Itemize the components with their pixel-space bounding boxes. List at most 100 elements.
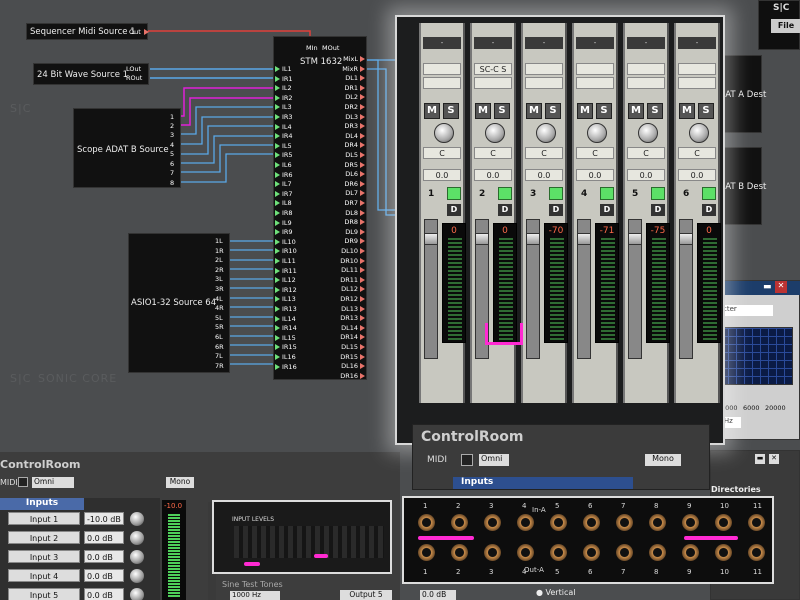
input-gain-field[interactable]: 0.0 dB — [84, 531, 124, 544]
stm-output-port[interactable]: DR3 — [344, 122, 365, 130]
stm-output-port[interactable]: DR9 — [344, 237, 365, 245]
gain-field[interactable]: 0.0 — [678, 169, 716, 181]
input-port-triangle[interactable] — [275, 315, 280, 322]
output-port-triangle[interactable] — [360, 161, 365, 168]
stm-output-port[interactable]: DL7 — [345, 189, 365, 197]
direct-button[interactable]: D — [498, 204, 512, 216]
output-port-triangle[interactable] — [360, 324, 365, 331]
output-port-triangle[interactable] — [360, 104, 365, 110]
gain-knob[interactable] — [130, 531, 144, 545]
output-port-triangle[interactable] — [360, 56, 365, 62]
direct-button[interactable]: D — [549, 204, 563, 216]
output-port-triangle[interactable] — [360, 248, 365, 254]
output-port-triangle[interactable] — [360, 200, 365, 206]
stm-output-port[interactable]: MixR — [342, 65, 365, 73]
input-port-triangle[interactable] — [275, 334, 280, 341]
output-port-triangle[interactable] — [360, 296, 365, 302]
input-port-triangle[interactable] — [275, 219, 280, 226]
gain-field[interactable]: 0.0 — [525, 169, 563, 181]
stm-output-port[interactable]: DL2 — [345, 93, 365, 101]
volume-fader-handle[interactable] — [679, 233, 693, 245]
input-gain-field[interactable]: 0.0 dB — [84, 550, 124, 563]
pan-knob[interactable] — [689, 123, 709, 143]
channel-active-led[interactable] — [549, 187, 563, 200]
input-port-triangle[interactable] — [275, 85, 280, 92]
stm-output-port[interactable]: DL3 — [345, 113, 365, 121]
solo-button[interactable]: S — [443, 103, 459, 119]
stm-output-port[interactable]: DR13 — [340, 314, 365, 322]
solo-button[interactable]: S — [698, 103, 714, 119]
input-port-triangle[interactable] — [275, 258, 280, 264]
output-port-triangle[interactable] — [360, 257, 365, 264]
output-port-triangle[interactable] — [360, 142, 365, 149]
gain-field[interactable]: 0.0 — [627, 169, 665, 181]
input-port-triangle[interactable] — [275, 277, 280, 284]
channel-top-field[interactable]: - — [576, 37, 614, 49]
input-port-triangle[interactable] — [275, 306, 280, 312]
channel-active-led[interactable] — [600, 187, 614, 200]
gain-field[interactable]: 0.0 — [576, 169, 614, 181]
input-port-triangle[interactable] — [275, 152, 280, 159]
direct-button[interactable]: D — [600, 204, 614, 216]
input-port-triangle[interactable] — [275, 354, 280, 360]
stm-input-port[interactable]: IR13 — [275, 305, 297, 313]
stm-output-port[interactable]: DL4 — [345, 132, 365, 140]
input-gain-field[interactable]: 0.0 dB — [84, 569, 124, 582]
output-port-triangle[interactable] — [360, 65, 365, 72]
output-value[interactable]: 0.0 dB — [420, 590, 456, 600]
channel-active-led[interactable] — [498, 187, 512, 200]
channel-active-led[interactable] — [447, 187, 461, 200]
stm-output-port[interactable]: DL1 — [345, 74, 365, 82]
module-scope-adat-b-source[interactable]: Scope ADAT B Source 1 2 3 4 5 6 7 8 — [73, 108, 181, 188]
pan-field[interactable]: C — [525, 147, 563, 159]
volume-fader-handle[interactable] — [526, 233, 540, 245]
output-port-triangle[interactable] — [360, 123, 365, 130]
stm-input-port[interactable]: IR4 — [275, 132, 293, 140]
direct-button[interactable]: D — [447, 204, 461, 216]
stm-input-port[interactable]: IL1 — [275, 65, 292, 73]
stm-output-port[interactable]: DR6 — [344, 180, 365, 188]
stm-output-port[interactable]: DR7 — [344, 199, 365, 207]
channel-top-field[interactable]: - — [474, 37, 512, 49]
output-port-triangle[interactable] — [360, 372, 365, 379]
minimize-icon[interactable]: ▬ — [755, 454, 765, 464]
output-port-triangle[interactable] — [360, 286, 365, 293]
stm-output-port[interactable]: DR2 — [344, 103, 365, 111]
stm-input-port[interactable]: IL6 — [275, 161, 292, 169]
module-asio-source[interactable]: ASIO1-32 Source 64 1L 1R 2L 2R 3L 3R 4L 4R 5L 5R 6… — [128, 233, 230, 373]
stm-input-port[interactable]: IR15 — [275, 343, 297, 351]
stm-input-port[interactable]: IR9 — [275, 228, 293, 236]
stm-output-port[interactable]: DR10 — [340, 257, 365, 265]
input-port-triangle[interactable] — [275, 171, 280, 178]
stm-output-port[interactable]: DL11 — [341, 266, 365, 274]
stm-output-port[interactable]: DL9 — [345, 228, 365, 236]
stm-input-port[interactable]: IR12 — [275, 286, 297, 294]
channel-top-field[interactable]: - — [423, 37, 461, 49]
input-port-triangle[interactable] — [275, 344, 280, 351]
stm-output-port[interactable]: DR14 — [340, 333, 365, 341]
channel-top-field[interactable]: - — [678, 37, 716, 49]
channel-name-field[interactable] — [678, 63, 716, 75]
mono-button[interactable]: Mono — [645, 454, 681, 466]
stm-output-port[interactable]: DL5 — [345, 151, 365, 159]
stm-output-port[interactable]: DR12 — [340, 295, 365, 303]
stm-output-port[interactable]: DL10 — [341, 247, 365, 255]
direct-button[interactable]: D — [651, 204, 665, 216]
output-port-triangle[interactable] — [360, 171, 365, 178]
mono-button[interactable]: Mono — [166, 477, 194, 488]
solo-button[interactable]: S — [596, 103, 612, 119]
pan-field[interactable]: C — [576, 147, 614, 159]
input-port-triangle[interactable] — [275, 248, 280, 255]
channel-name-field[interactable] — [423, 63, 461, 75]
pan-knob[interactable] — [638, 123, 658, 143]
omni-checkbox[interactable] — [18, 477, 28, 487]
input-port-triangle[interactable] — [275, 286, 280, 293]
solo-button[interactable]: S — [494, 103, 510, 119]
stm-input-port[interactable]: IL14 — [275, 315, 296, 323]
stm-output-port[interactable]: DR16 — [340, 372, 365, 380]
stm-input-port[interactable]: IL13 — [275, 295, 296, 303]
output-port-triangle[interactable] — [360, 315, 365, 322]
volume-fader-handle[interactable] — [424, 233, 438, 245]
input-port-triangle[interactable] — [275, 104, 280, 111]
channel-name-field[interactable]: SC-C S — [474, 63, 512, 75]
